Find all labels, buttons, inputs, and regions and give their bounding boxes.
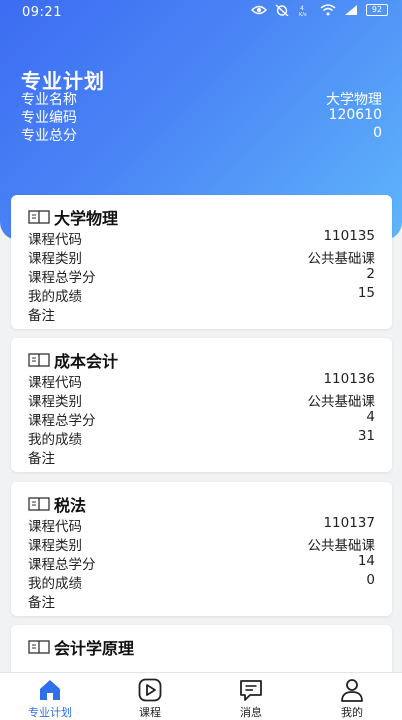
course-score-row: 我的成绩 31 (28, 428, 375, 448)
course-credit-label: 课程总学分 (28, 413, 96, 429)
book-icon (28, 210, 50, 224)
battery-icon: 92 (366, 4, 388, 16)
course-score-row: 我的成绩 15 (28, 285, 375, 305)
major-name-label: 专业名称 (21, 92, 77, 108)
play-icon (138, 678, 162, 702)
course-note-row: 备注 (28, 304, 375, 324)
course-card-header: 税法 (28, 492, 86, 516)
course-title: 会计学原理 (54, 639, 135, 658)
status-time: 09:21 (22, 5, 62, 20)
course-code-label: 课程代码 (28, 375, 82, 391)
status-bar: 09:21 4 K/s 92 (0, 0, 402, 26)
course-credit-row: 课程总学分 2 (28, 266, 375, 286)
course-credit-value: 14 (357, 553, 375, 569)
course-score-value: 31 (357, 428, 375, 444)
course-title: 大学物理 (54, 209, 119, 228)
course-code-row: 课程代码 110135 (28, 228, 375, 248)
course-card[interactable]: 会计学原理 (11, 625, 392, 672)
tab-label: 消息 (240, 706, 262, 719)
bottom-tab-bar: 专业计划 课程 消息 我的 (0, 672, 402, 720)
course-type-label: 课程类别 (28, 251, 82, 267)
course-credit-value: 4 (366, 409, 375, 425)
course-card[interactable]: 税法 课程代码 110137 课程类别 公共基础课 课程总学分 14 我的成绩 0 备注 (11, 482, 392, 616)
course-card-header: 大学物理 (28, 205, 118, 229)
course-score-label: 我的成绩 (28, 289, 82, 305)
course-code-label: 课程代码 (28, 519, 82, 535)
course-type-row: 课程类别 公共基础课 (28, 390, 376, 410)
course-note-row: 备注 (28, 591, 375, 611)
course-card-header: 成本会计 (28, 348, 118, 372)
course-note-label: 备注 (28, 308, 55, 324)
tab-courses[interactable]: 课程 (120, 677, 180, 720)
svg-text:K/s: K/s (299, 12, 307, 16)
course-type-row: 课程类别 公共基础课 (28, 247, 376, 267)
user-icon (341, 679, 363, 702)
course-score-row: 我的成绩 0 (28, 572, 375, 592)
course-card[interactable]: 成本会计 课程代码 110136 课程类别 公共基础课 课程总学分 4 我的成绩 31 … (11, 338, 392, 472)
major-name-value: 大学物理 (326, 92, 382, 108)
course-title: 税法 (54, 496, 87, 515)
major-code-value: 120610 (328, 107, 382, 123)
alarm-off-icon (275, 4, 289, 16)
tab-major-plan[interactable]: 专业计划 (20, 677, 80, 720)
course-type-value: 公共基础课 (307, 251, 376, 267)
course-code-value: 110135 (323, 228, 375, 244)
course-card-header: 会计学原理 (28, 635, 134, 659)
home-icon (40, 680, 60, 700)
course-score-value: 0 (366, 572, 375, 588)
status-icons: 4 K/s 92 (251, 4, 388, 16)
course-note-row: 备注 (28, 447, 375, 467)
wifi-icon (320, 4, 336, 16)
message-icon (240, 680, 262, 701)
major-total-row: 专业总分 0 (21, 125, 382, 145)
book-icon (28, 353, 50, 367)
course-code-value: 110137 (323, 515, 375, 531)
course-note-label: 备注 (28, 451, 55, 467)
course-type-value: 公共基础课 (307, 538, 376, 554)
tab-label: 课程 (139, 706, 161, 719)
speed-icon: 4K/s (299, 5, 307, 16)
course-code-label: 课程代码 (28, 232, 82, 248)
tab-messages[interactable]: 消息 (221, 677, 281, 720)
tab-label: 专业计划 (28, 706, 72, 719)
course-score-label: 我的成绩 (28, 432, 82, 448)
svg-text:4: 4 (300, 5, 304, 12)
book-icon (28, 497, 50, 511)
course-code-row: 课程代码 110137 (28, 515, 375, 535)
course-type-label: 课程类别 (28, 394, 82, 410)
course-code-value: 110136 (323, 371, 375, 387)
course-type-label: 课程类别 (28, 538, 82, 554)
course-card[interactable]: 大学物理 课程代码 110135 课程类别 公共基础课 课程总学分 2 我的成绩 15 … (11, 195, 392, 329)
signal-icon (345, 5, 357, 15)
major-total-value: 0 (373, 125, 382, 141)
book-icon (28, 640, 50, 654)
tab-label: 我的 (341, 706, 363, 719)
major-name-row: 专业名称 大学物理 (21, 89, 382, 109)
tab-profile[interactable]: 我的 (322, 677, 382, 720)
major-code-label: 专业编码 (21, 110, 77, 126)
eye-icon (251, 5, 267, 15)
course-credit-label: 课程总学分 (28, 557, 96, 573)
course-credit-row: 课程总学分 14 (28, 553, 375, 573)
course-score-value: 15 (357, 285, 375, 301)
course-type-row: 课程类别 公共基础课 (28, 534, 376, 554)
course-credit-label: 课程总学分 (28, 270, 96, 286)
course-note-label: 备注 (28, 595, 55, 611)
course-code-row: 课程代码 110136 (28, 371, 375, 391)
course-score-label: 我的成绩 (28, 576, 82, 592)
major-total-label: 专业总分 (21, 128, 77, 144)
course-title: 成本会计 (54, 352, 119, 371)
course-credit-value: 2 (366, 266, 375, 282)
course-type-value: 公共基础课 (307, 394, 376, 410)
course-credit-row: 课程总学分 4 (28, 409, 375, 429)
major-code-row: 专业编码 120610 (21, 107, 382, 127)
